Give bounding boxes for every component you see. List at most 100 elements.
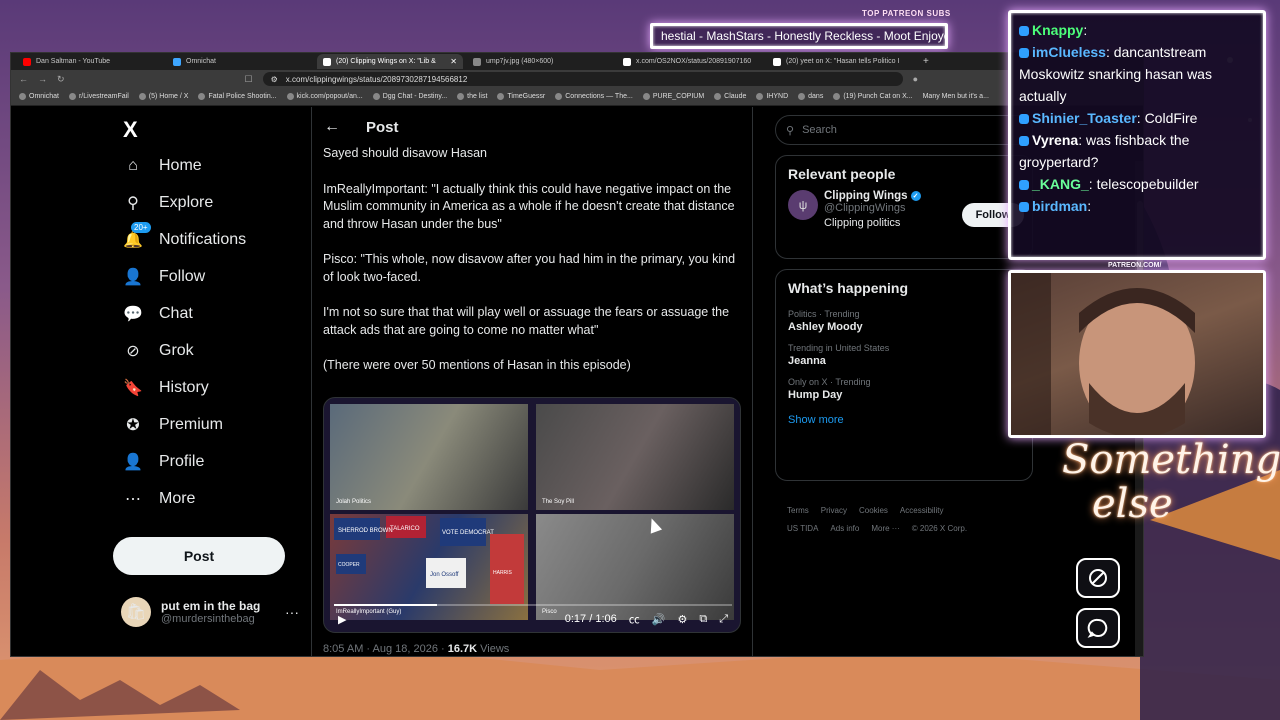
forward-arrow-icon[interactable]: → bbox=[38, 74, 47, 84]
footer-link[interactable]: Cookies bbox=[859, 506, 888, 515]
pip-icon[interactable]: ⧉ bbox=[699, 613, 707, 626]
video-time: 0:17 / 1:06 bbox=[564, 613, 617, 625]
post-paragraph: (There were over 50 mentions of Hasan in… bbox=[323, 358, 631, 372]
bookmark-item[interactable]: kick.com/popout/an... bbox=[286, 93, 363, 100]
browser-tab[interactable]: Dan Saltman - YouTube bbox=[17, 54, 163, 69]
captions-icon[interactable]: ㏄ bbox=[629, 611, 640, 627]
trend-item[interactable]: Trending in United States Jeanna bbox=[776, 338, 1032, 372]
nav-follow[interactable]: 👤 Follow bbox=[123, 264, 205, 290]
footer-link[interactable]: © 2026 X Corp. bbox=[912, 524, 967, 533]
bookmark-star-icon[interactable]: ☐ bbox=[245, 74, 253, 85]
volume-icon[interactable]: 🔊 bbox=[652, 613, 666, 626]
campaign-sign-text: HARRIS bbox=[493, 570, 513, 576]
bookmark-favicon-icon bbox=[497, 93, 505, 100]
nav-notifications[interactable]: 🔔 20+ Notifications bbox=[123, 222, 246, 253]
bookmark-favicon-icon bbox=[372, 93, 380, 100]
x-logo-icon[interactable]: X bbox=[123, 117, 138, 143]
person-name[interactable]: Clipping Wings bbox=[824, 190, 908, 202]
new-tab-button[interactable]: + bbox=[917, 56, 935, 67]
chat-username: Vyrena bbox=[1032, 132, 1079, 148]
nav-home[interactable]: ⌂ Home bbox=[123, 153, 202, 179]
browser-tab[interactable]: (20) yeet on X: "Hasan tells Politico I bbox=[767, 54, 913, 69]
footer-link[interactable]: Accessibility bbox=[900, 506, 944, 515]
nav-chat[interactable]: 💬 Chat bbox=[123, 301, 193, 327]
bookmark-label: Omnichat bbox=[29, 93, 59, 100]
bookmark-label: Fatal Police Shootin... bbox=[208, 93, 277, 100]
chat-message: Vyrena: was fishback the groypertard? bbox=[1019, 132, 1190, 170]
signature-line: Something bbox=[1062, 437, 1280, 483]
bookmark-item[interactable]: Claude bbox=[714, 93, 746, 100]
x-page: X ⌂ Home ⚲ Explore 🔔 20+ Notifications 👤 Follow 💬… bbox=[11, 107, 1143, 656]
whats-happening-title: What’s happening bbox=[788, 280, 909, 296]
post-paragraph: Pisco: "This whole, now disavow after yo… bbox=[323, 252, 736, 284]
bookmark-item[interactable]: (5) Home / X bbox=[138, 93, 188, 100]
nav-premium[interactable]: ✪ Premium bbox=[123, 412, 223, 438]
browser-tab[interactable]: Omnichat bbox=[167, 54, 313, 69]
bookmark-item[interactable]: Many Men but it's a... bbox=[923, 93, 989, 100]
bookmark-item[interactable]: dans bbox=[798, 93, 823, 100]
chat-username: Shinier_Toaster bbox=[1032, 110, 1137, 126]
chat-badge-icon bbox=[1019, 202, 1029, 213]
settings-gear-icon[interactable]: ⚙ bbox=[677, 613, 687, 626]
post-timestamp[interactable]: 8:05 AM · Aug 18, 2026 · bbox=[323, 643, 448, 655]
bookmark-item[interactable]: IHYND bbox=[756, 93, 788, 100]
bookmark-label: dans bbox=[808, 93, 824, 100]
nav-grok[interactable]: ⊘ Grok bbox=[123, 338, 193, 364]
bookmark-label: the list bbox=[467, 93, 488, 100]
fullscreen-icon[interactable]: ⤢ bbox=[719, 613, 728, 626]
bookmark-icon: 🔖 bbox=[123, 380, 143, 397]
chat-bubble-icon[interactable] bbox=[1076, 608, 1120, 648]
page-title: Post bbox=[366, 118, 399, 136]
tab-favicon-icon bbox=[173, 57, 181, 66]
video-frame[interactable]: Jolah Politics The Soy Pill SHERROD BROW… bbox=[330, 404, 734, 624]
trend-item[interactable]: Politics · Trending Ashley Moody bbox=[776, 304, 1032, 338]
chat-badge-icon bbox=[1019, 48, 1029, 59]
post-button[interactable]: Post bbox=[113, 537, 285, 575]
chat-badge-icon bbox=[1019, 26, 1029, 37]
search-input[interactable]: ⚲ Search bbox=[775, 115, 1033, 145]
more-dots-icon[interactable]: ··· bbox=[285, 604, 299, 620]
nav-explore[interactable]: ⚲ Explore bbox=[123, 190, 213, 216]
nav-more[interactable]: ⋯ More bbox=[123, 486, 195, 512]
bookmark-item[interactable]: TimeGuessr bbox=[497, 93, 545, 100]
reload-icon[interactable]: ↻ bbox=[57, 74, 65, 85]
back-arrow-icon[interactable]: ← bbox=[324, 118, 340, 136]
nav-history[interactable]: 🔖 History bbox=[123, 375, 209, 401]
trend-item[interactable]: Only on X · Trending Hump Day bbox=[776, 372, 1032, 406]
footer-link[interactable]: More ··· bbox=[871, 524, 899, 533]
show-more-link[interactable]: Show more bbox=[776, 406, 1032, 438]
site-info-icon[interactable]: ⚙ bbox=[271, 75, 278, 84]
footer-link[interactable]: Terms bbox=[787, 506, 809, 515]
bookmark-item[interactable]: PURE_COPIUM bbox=[642, 93, 704, 100]
bookmark-item[interactable]: (19) Punch Cat on X... bbox=[833, 93, 913, 100]
footer-link[interactable]: Ads info bbox=[830, 524, 859, 533]
browser-tab[interactable]: ump7jv.jpg (480×600) bbox=[467, 54, 613, 69]
stream-chat-overlay: Knappy: imClueless: dancantstream Moskow… bbox=[1008, 10, 1266, 260]
bookmark-favicon-icon bbox=[555, 93, 563, 100]
extension-icon[interactable]: ● bbox=[913, 74, 918, 84]
trend-name: Jeanna bbox=[788, 355, 826, 367]
bookmark-item[interactable]: Omnichat bbox=[19, 93, 59, 100]
footer-link[interactable]: Privacy bbox=[821, 506, 847, 515]
nav-profile[interactable]: 👤 Profile bbox=[123, 449, 204, 475]
bookmark-item[interactable]: r/LivestreamFail bbox=[68, 93, 129, 100]
video-player[interactable]: Jolah Politics The Soy Pill SHERROD BROW… bbox=[323, 397, 741, 633]
post-text: Sayed should disavow Hasan ImReallyImpor… bbox=[323, 145, 747, 393]
person-icon: 👤 bbox=[123, 454, 143, 471]
grok-icon[interactable] bbox=[1076, 558, 1120, 598]
bookmark-item[interactable]: Connections — The... bbox=[555, 93, 633, 100]
back-arrow-icon[interactable]: ← bbox=[19, 74, 28, 84]
avatar[interactable]: ψ bbox=[788, 190, 818, 220]
bookmark-item[interactable]: Fatal Police Shootin... bbox=[198, 93, 277, 100]
bookmark-item[interactable]: the list bbox=[457, 93, 487, 100]
account-switcher[interactable]: 🛍 put em in the bag @murdersinthebag ··· bbox=[121, 597, 299, 627]
bookmark-item[interactable]: Dgg Chat - Destiny... bbox=[372, 93, 447, 100]
relevant-people-panel: Relevant people ψ Clipping Wings ✓ @Clipp… bbox=[775, 155, 1033, 259]
account-name: put em in the bag bbox=[161, 599, 261, 613]
close-tab-icon[interactable]: ✕ bbox=[450, 57, 457, 66]
browser-tab[interactable]: x.com/OS2NOX/status/20891907160 bbox=[617, 54, 763, 69]
footer-link[interactable]: US TIDA bbox=[787, 524, 818, 533]
browser-tab[interactable]: (20) Clipping Wings on X: "Lib & ✕ bbox=[317, 54, 463, 69]
play-icon[interactable]: ▶ bbox=[338, 613, 346, 626]
address-bar[interactable]: ⚙ x.com/clippingwings/status/20897302871… bbox=[262, 72, 903, 86]
